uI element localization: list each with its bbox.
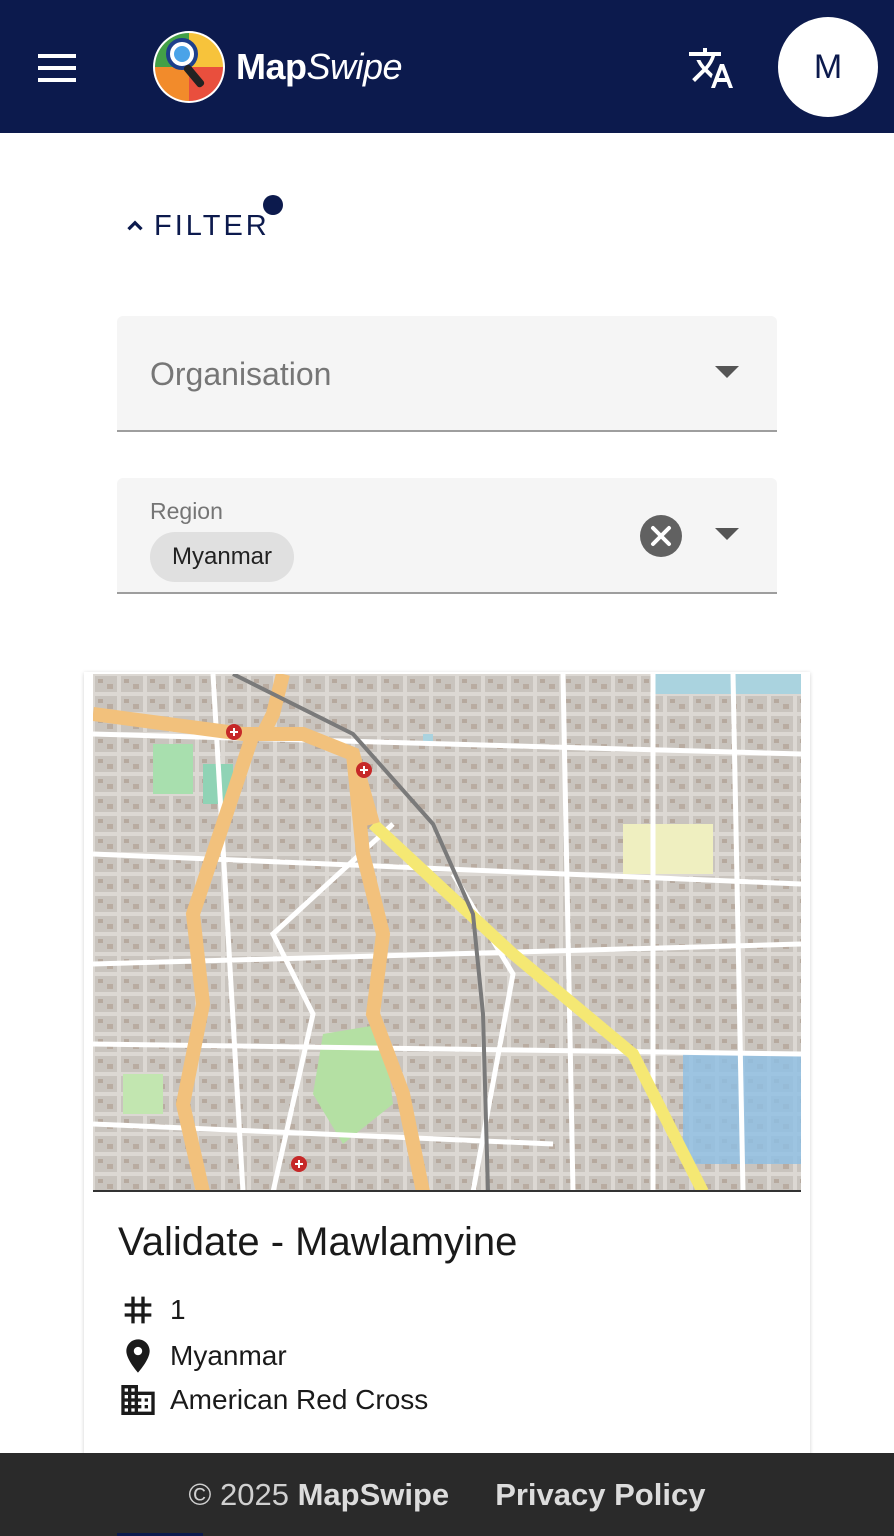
translate-icon [689, 48, 733, 88]
dropdown-arrow-icon[interactable] [715, 366, 739, 378]
clear-region-button[interactable] [640, 515, 682, 557]
top-app-bar: MapSwipe M [0, 0, 894, 133]
project-number: 1 [170, 1294, 186, 1325]
region-label: Region [150, 498, 223, 524]
filter-label: FILTER [154, 209, 270, 242]
copyright: © 2025 MapSwipe [188, 1476, 450, 1512]
project-card[interactable]: Validate - Mawlamyine 1 Myanmar American… [84, 672, 810, 1472]
location-pin-icon [126, 1339, 150, 1373]
privacy-policy-link[interactable]: Privacy Policy [495, 1477, 705, 1513]
project-organisation: American Red Cross [170, 1384, 429, 1415]
brand-name: MapSwipe [236, 46, 403, 87]
region-select[interactable]: Region Myanmar [117, 478, 777, 594]
chevron-up-icon [127, 220, 143, 231]
hashtag-icon [124, 1296, 152, 1324]
project-region: Myanmar [170, 1340, 287, 1371]
region-chip[interactable]: Myanmar [150, 532, 295, 582]
building-icon [121, 1385, 155, 1415]
organisation-select[interactable]: Organisation [117, 316, 777, 432]
menu-button[interactable] [36, 48, 80, 88]
filter-toggle[interactable]: FILTER [122, 204, 270, 248]
dropdown-arrow-icon[interactable] [715, 528, 739, 540]
map-image [93, 674, 801, 1190]
hamburger-menu-icon [38, 54, 76, 82]
project-region-row: Myanmar [118, 1336, 287, 1376]
footer: © 2025 MapSwipe Privacy Policy [0, 1453, 894, 1536]
active-filter-indicator [263, 195, 283, 215]
close-icon [651, 526, 671, 546]
user-avatar[interactable]: M [778, 17, 878, 117]
language-button[interactable] [686, 44, 736, 92]
project-title[interactable]: Validate - Mawlamyine [118, 1220, 517, 1265]
organisation-placeholder: Organisation [150, 356, 332, 392]
project-organisation-row: American Red Cross [118, 1380, 428, 1420]
project-number-row: 1 [118, 1290, 186, 1330]
mapswipe-logo[interactable]: MapSwipe [152, 30, 403, 104]
mapswipe-logo-icon [153, 31, 225, 103]
project-map-thumbnail[interactable] [93, 674, 801, 1192]
